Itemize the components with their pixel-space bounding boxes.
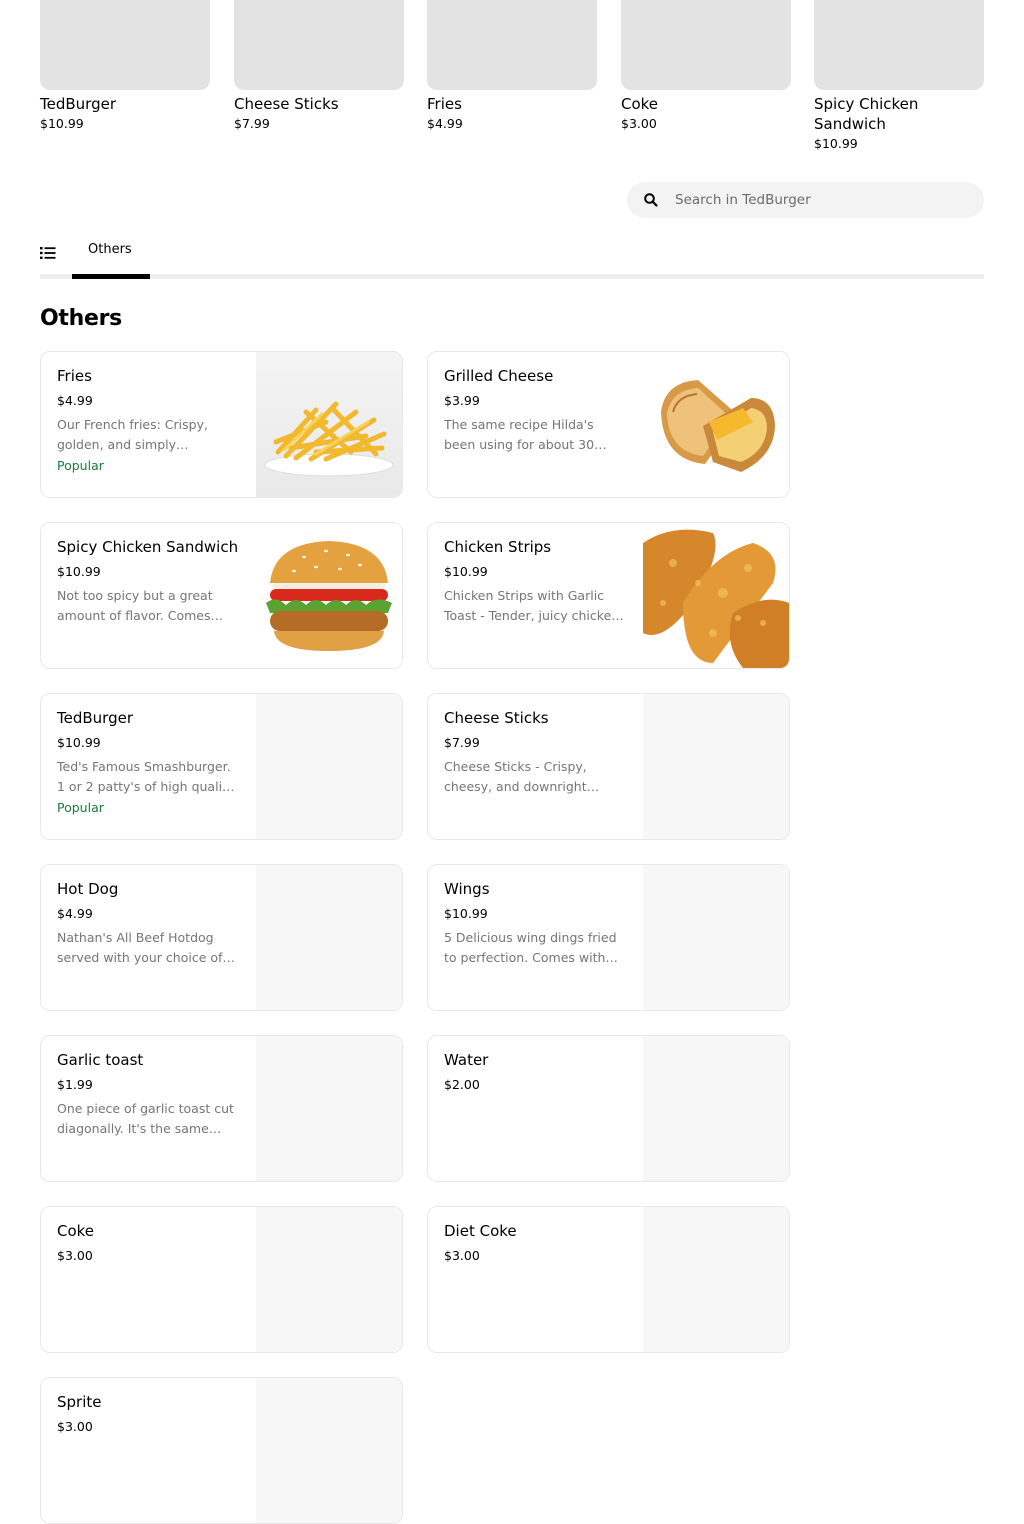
item-price: $4.99	[57, 393, 93, 408]
menu-item-card[interactable]: Sprite $3.00	[40, 1377, 403, 1524]
menu-item-card[interactable]: Water $2.00	[427, 1035, 790, 1182]
menu-item-card[interactable]: Diet Coke $3.00	[427, 1206, 790, 1353]
carousel-item[interactable]: Coke $3.00	[621, 0, 791, 134]
menu-item-card[interactable]: Wings $10.99 5 Delicious wing dings frie…	[427, 864, 790, 1011]
item-image-placeholder	[256, 1036, 402, 1181]
carousel-item[interactable]: Fries $4.99	[427, 0, 597, 134]
item-price: $7.99	[444, 735, 480, 750]
item-description: Nathan's All Beef Hotdog served with you…	[57, 930, 223, 965]
carousel-item-price: $10.99	[40, 116, 84, 131]
tab-others[interactable]: Others	[72, 236, 150, 279]
search-bar[interactable]	[627, 182, 984, 218]
menu-item-card[interactable]: Fries $4.99 Our French fries: Crispy, go…	[40, 351, 403, 498]
item-name: Sprite	[57, 1393, 102, 1411]
carousel-item-price: $10.99	[814, 136, 858, 151]
carousel-item-name: TedBurger	[40, 95, 116, 113]
carousel-item[interactable]: Cheese Sticks $7.99	[234, 0, 404, 134]
item-image	[256, 523, 402, 668]
item-price: $10.99	[57, 735, 101, 750]
item-name: Spicy Chicken Sandwich	[57, 538, 239, 556]
item-image-placeholder	[643, 1036, 789, 1181]
carousel-item-name: Cheese Sticks	[234, 95, 339, 113]
item-description: 5 Delicious wing dings fried to perfecti…	[444, 930, 617, 965]
tab-bar	[40, 274, 984, 279]
item-description: Our French fries: Crispy, golden, and si…	[57, 417, 208, 452]
carousel-item[interactable]: Spicy Chicken Sandwich $10.99	[814, 0, 984, 154]
item-image-placeholder	[643, 694, 789, 839]
item-name: Grilled Cheese	[444, 367, 554, 385]
item-name: Diet Coke	[444, 1222, 517, 1240]
item-image-placeholder	[256, 1378, 402, 1523]
item-price: $10.99	[444, 564, 488, 579]
carousel-image	[234, 0, 404, 90]
menu-item-card[interactable]: Hot Dog $4.99 Nathan's All Beef Hotdog s…	[40, 864, 403, 1011]
carousel-item-name: Fries	[427, 95, 462, 113]
item-description: Not too spicy but a great amount of flav…	[57, 588, 213, 623]
item-image	[256, 352, 402, 497]
item-image-placeholder	[256, 694, 402, 839]
item-name: Chicken Strips	[444, 538, 552, 556]
item-price: $2.00	[444, 1077, 480, 1092]
item-name: Cheese Sticks	[444, 709, 549, 727]
item-price: $3.00	[444, 1248, 480, 1263]
carousel-image	[814, 0, 984, 90]
item-name: Water	[444, 1051, 489, 1069]
tab-label: Others	[88, 242, 132, 257]
menu-item-card[interactable]: Garlic toast $1.99 One piece of garlic t…	[40, 1035, 403, 1182]
carousel-item[interactable]: TedBurger $10.99	[40, 0, 210, 134]
category-list-icon[interactable]	[40, 245, 56, 261]
popular-badge: Popular	[57, 800, 104, 815]
menu-item-card[interactable]: Grilled Cheese $3.99 The same recipe Hil…	[427, 351, 790, 498]
item-image	[643, 523, 789, 668]
carousel-item-price: $7.99	[234, 116, 270, 131]
carousel-item-price: $4.99	[427, 116, 463, 131]
menu-item-card[interactable]: Chicken Strips $10.99 Chicken Strips wit…	[427, 522, 790, 669]
carousel-item-name: Coke	[621, 95, 659, 113]
item-image-placeholder	[643, 1207, 789, 1352]
active-tab-indicator	[72, 274, 150, 279]
carousel-image	[427, 0, 597, 90]
menu-item-card[interactable]: TedBurger $10.99 Ted's Famous Smashburge…	[40, 693, 403, 840]
chicken-strips-image	[643, 529, 789, 668]
item-description: Cheese Sticks - Crispy, cheesy, and down…	[444, 759, 587, 794]
item-price: $10.99	[444, 906, 488, 921]
item-name: Coke	[57, 1222, 95, 1240]
item-image-placeholder	[643, 865, 789, 1010]
item-name: Garlic toast	[57, 1051, 144, 1069]
search-input[interactable]	[675, 182, 965, 218]
menu-item-card[interactable]: Cheese Sticks $7.99 Cheese Sticks - Cris…	[427, 693, 790, 840]
item-price: $4.99	[57, 906, 93, 921]
menu-item-card[interactable]: Spicy Chicken Sandwich $10.99 Not too sp…	[40, 522, 403, 669]
carousel-image	[40, 0, 210, 90]
item-image	[643, 352, 789, 497]
item-image-placeholder	[256, 865, 402, 1010]
fries-image	[264, 401, 394, 477]
item-price: $10.99	[57, 564, 101, 579]
item-name: Fries	[57, 367, 92, 385]
item-name: Wings	[444, 880, 490, 898]
item-price: $3.00	[57, 1248, 93, 1263]
popular-badge: Popular	[57, 458, 104, 473]
item-price: $3.99	[444, 393, 480, 408]
menu-item-card[interactable]: Coke $3.00	[40, 1206, 403, 1353]
item-name: Hot Dog	[57, 880, 119, 898]
section-title: Others	[40, 306, 122, 331]
item-description: The same recipe Hilda's been using for a…	[444, 417, 595, 452]
item-image-placeholder	[256, 1207, 402, 1352]
item-name: TedBurger	[57, 709, 133, 727]
item-description: One piece of garlic toast cut diagonally…	[57, 1101, 234, 1136]
carousel-item-name: Spicy Chicken Sandwich	[814, 95, 919, 133]
item-price: $1.99	[57, 1077, 93, 1092]
search-icon	[644, 193, 658, 207]
carousel-item-price: $3.00	[621, 116, 657, 131]
item-price: $3.00	[57, 1419, 93, 1434]
item-description: Chicken Strips with Garlic Toast - Tende…	[444, 588, 620, 623]
grilled-cheese-image	[661, 380, 775, 472]
carousel-image	[621, 0, 791, 90]
chicken-sandwich-image	[266, 541, 392, 651]
item-description: Ted's Famous Smashburger. 1 or 2 patty's…	[57, 759, 235, 794]
